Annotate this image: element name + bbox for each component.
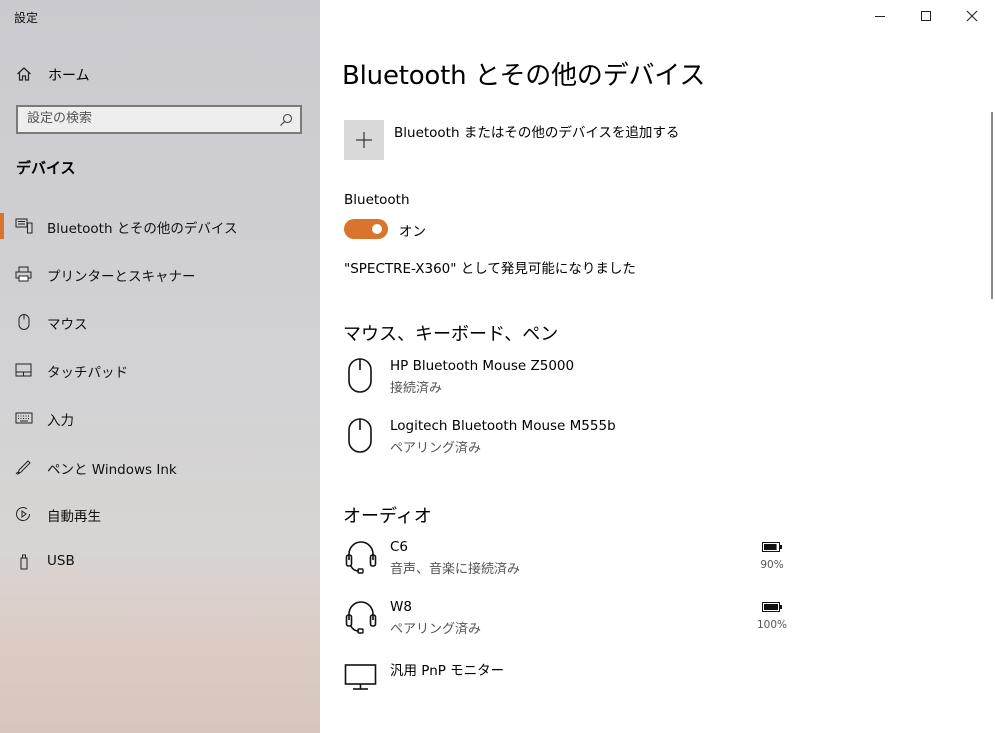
device-item[interactable]: W8 ペアリング済み 100% <box>344 599 804 647</box>
group-title-input-devices: マウス、キーボード、ペン <box>343 324 559 345</box>
discoverable-text: "SPECTRE-X360" として発見可能になりました <box>344 261 636 277</box>
home-label: ホーム <box>48 68 90 84</box>
page-title: Bluetooth とその他のデバイス <box>342 61 706 91</box>
sidebar-item-label: ペンと Windows Ink <box>47 462 177 478</box>
monitor-icon <box>344 664 377 690</box>
main-pane: Bluetooth とその他のデバイス Bluetooth またはその他のデバイ… <box>320 0 995 733</box>
mouse-icon <box>18 314 30 330</box>
device-name: 汎用 PnP モニター <box>390 663 505 679</box>
mouse-icon <box>348 418 372 453</box>
device-item[interactable]: 汎用 PnP モニター <box>344 659 804 707</box>
sidebar-item-mouse[interactable]: マウス <box>0 304 320 340</box>
add-device-button[interactable] <box>344 120 384 160</box>
device-status: 接続済み <box>390 381 443 396</box>
toggle-knob <box>372 224 382 234</box>
sidebar-item-autoplay[interactable]: 自動再生 <box>0 496 320 532</box>
sidebar-item-label: USB <box>47 553 75 569</box>
sidebar-item-touchpad[interactable]: タッチパッド <box>0 352 320 388</box>
scrollbar[interactable] <box>991 112 993 299</box>
device-status: ペアリング済み <box>390 622 482 637</box>
touchpad-icon <box>15 363 32 377</box>
pen-icon <box>15 460 31 475</box>
keyboard-icon <box>15 412 33 424</box>
battery-icon <box>762 542 782 552</box>
battery-percent: 90% <box>760 559 784 571</box>
battery-indicator: 100% <box>752 599 792 635</box>
plus-icon <box>356 132 372 148</box>
usb-icon <box>20 554 28 570</box>
close-icon <box>966 10 978 22</box>
sidebar-item-label: 自動再生 <box>47 509 101 525</box>
home-nav-item[interactable]: ホーム <box>0 60 320 88</box>
sidebar-item-bluetooth[interactable]: Bluetooth とその他のデバイス <box>0 208 320 244</box>
bluetooth-devices-icon <box>15 218 33 234</box>
sidebar: 設定 ホーム デバイス Bluetooth とその他のデバイス プリンターとスキ <box>0 0 320 733</box>
headset-icon <box>345 601 377 634</box>
search-box[interactable] <box>16 105 302 134</box>
sidebar-item-typing[interactable]: 入力 <box>0 400 320 436</box>
battery-percent: 100% <box>756 619 788 631</box>
battery-icon <box>762 602 782 612</box>
device-item[interactable]: Logitech Bluetooth Mouse M555b ペアリング済み <box>344 418 804 466</box>
printer-icon <box>15 266 32 282</box>
sidebar-item-pen[interactable]: ペンと Windows Ink <box>0 449 320 485</box>
mouse-icon <box>348 358 372 393</box>
battery-indicator: 90% <box>752 539 792 575</box>
bluetooth-toggle[interactable] <box>344 219 388 239</box>
sidebar-item-label: タッチパッド <box>47 365 128 381</box>
sidebar-item-label: プリンターとスキャナー <box>47 269 196 285</box>
device-status: 音声、音楽に接続済み <box>390 562 521 577</box>
headset-icon <box>345 541 377 574</box>
maximize-icon <box>921 11 931 21</box>
active-indicator <box>0 213 4 239</box>
section-title: デバイス <box>16 159 76 177</box>
sidebar-item-printers[interactable]: プリンターとスキャナー <box>0 256 320 292</box>
device-name: HP Bluetooth Mouse Z5000 <box>390 358 575 374</box>
sidebar-item-usb[interactable]: USB <box>0 544 320 580</box>
add-device-label[interactable]: Bluetooth またはその他のデバイスを追加する <box>394 121 679 141</box>
device-item[interactable]: C6 音声、音楽に接続済み 90% <box>344 539 804 587</box>
autoplay-icon <box>16 507 31 522</box>
maximize-button[interactable] <box>903 0 949 32</box>
search-input[interactable] <box>27 111 267 126</box>
search-icon[interactable] <box>279 113 293 127</box>
app-title: 設定 <box>14 11 39 25</box>
minimize-icon <box>875 16 885 17</box>
close-button[interactable] <box>949 0 995 32</box>
sidebar-item-label: マウス <box>47 317 88 333</box>
bluetooth-label: Bluetooth <box>344 192 410 208</box>
toggle-state-text: オン <box>399 224 426 240</box>
device-item[interactable]: HP Bluetooth Mouse Z5000 接続済み <box>344 358 804 406</box>
group-title-audio: オーディオ <box>343 506 432 527</box>
device-name: W8 <box>390 599 412 615</box>
device-name: Logitech Bluetooth Mouse M555b <box>390 418 616 434</box>
sidebar-item-label: 入力 <box>47 413 74 429</box>
device-name: C6 <box>390 539 409 555</box>
device-status: ペアリング済み <box>390 441 482 456</box>
sidebar-item-label: Bluetooth とその他のデバイス <box>47 221 238 237</box>
home-icon <box>17 67 31 81</box>
minimize-button[interactable] <box>857 0 903 32</box>
